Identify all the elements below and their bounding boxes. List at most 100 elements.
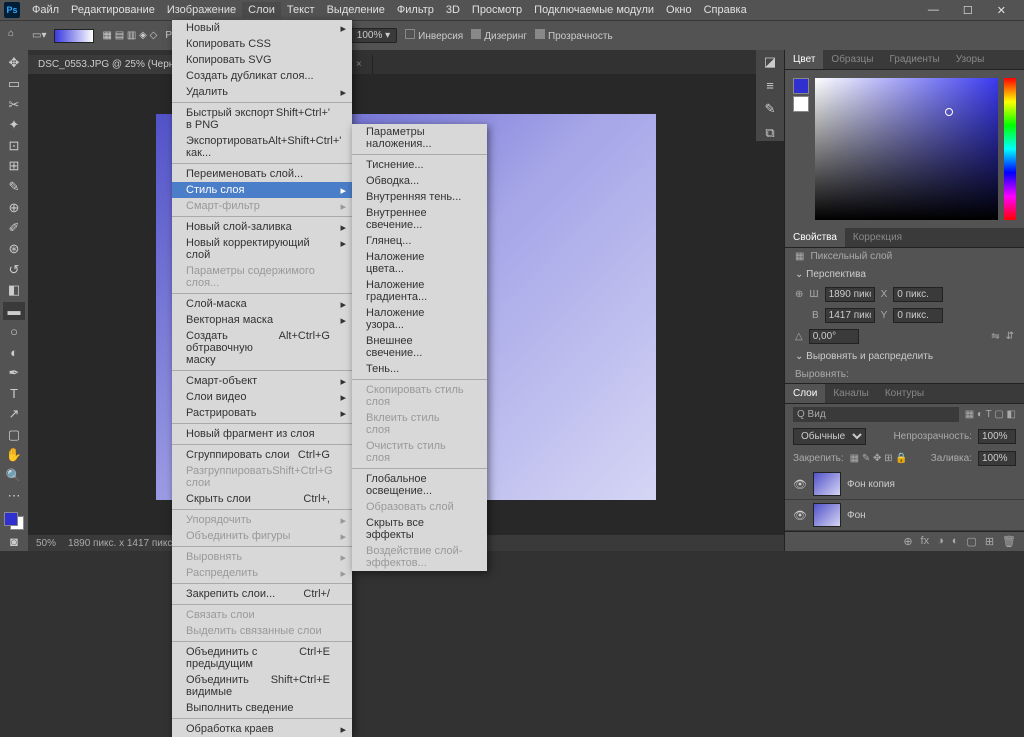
marquee-tool[interactable]: ▭ [3,75,25,94]
frame-tool[interactable]: ⊞ [3,157,25,176]
tab-paths[interactable]: Контуры [877,384,932,403]
visibility-icon[interactable]: 👁 [793,478,807,491]
adjustment-icon[interactable]: ◐ [952,535,959,548]
close-icon[interactable]: × [356,59,362,70]
tab-properties[interactable]: Свойства [785,228,845,247]
menu-item[interactable]: Выполнить сведение [172,700,352,716]
panel-icon[interactable]: ≡ [766,78,774,93]
menu-текст[interactable]: Текст [281,2,321,18]
menu-просмотр[interactable]: Просмотр [466,2,528,18]
menu-файл[interactable]: Файл [26,2,65,18]
menu-item[interactable]: Объединить с предыдущимCtrl+E [172,644,352,672]
tab-color[interactable]: Цвет [785,50,823,69]
background-swatch[interactable] [793,96,809,112]
layer-row[interactable]: 👁Фон копия [785,469,1024,500]
visibility-icon[interactable]: 👁 [793,509,807,522]
height-input[interactable] [825,308,875,323]
group-icon[interactable]: ▢ [966,535,976,548]
tab-gradients[interactable]: Градиенты [881,50,947,69]
menu-item[interactable]: Удалить▸ [172,84,352,100]
zoom-tool[interactable]: 🔍 [3,467,25,486]
heal-tool[interactable]: ⊕ [3,198,25,217]
menu-item[interactable]: Стиль слоя▸ [172,182,352,198]
hand-tool[interactable]: ✋ [3,446,25,465]
maximize-button[interactable]: ☐ [957,2,979,19]
wand-tool[interactable]: ✦ [3,116,25,135]
menu-item[interactable]: Тень... [352,361,487,377]
gradient-type-icons[interactable]: ▦ ▤ ▥ ◈ ◇ [102,30,157,41]
menu-item[interactable]: Новый▸ [172,20,352,36]
transparency-checkbox[interactable]: Прозрачность [535,29,613,42]
menu-редактирование[interactable]: Редактирование [65,2,161,18]
menu-item[interactable]: Наложение градиента... [352,277,487,305]
menu-item[interactable]: Копировать CSS [172,36,352,52]
eraser-tool[interactable]: ◧ [3,281,25,300]
fill-input[interactable] [978,451,1016,466]
menu-item[interactable]: Объединить видимыеShift+Ctrl+E [172,672,352,700]
menu-item[interactable]: Глобальное освещение... [352,471,487,499]
x-input[interactable] [893,287,943,302]
align-section[interactable]: ⌄ Выровнять и распределить [785,347,1024,366]
move-tool[interactable]: ✥ [3,54,25,73]
gradient-preview[interactable] [54,29,94,43]
menu-item[interactable]: Наложение цвета... [352,249,487,277]
fx-icon[interactable]: fx [921,535,930,548]
menu-item[interactable]: Сгруппировать слоиCtrl+G [172,447,352,463]
menu-item[interactable]: Тиснение... [352,157,487,173]
quickmask-toggle[interactable]: ◙ [3,532,25,551]
menu-item[interactable]: Слой-маска▸ [172,296,352,312]
menu-item[interactable]: Растрировать▸ [172,405,352,421]
menu-item[interactable]: Внешнее свечение... [352,333,487,361]
menu-item[interactable]: Новый слой-заливка▸ [172,219,352,235]
blend-mode-select[interactable]: Обычные [793,428,866,445]
dither-checkbox[interactable]: Дизеринг [471,29,527,42]
link-layers-icon[interactable]: ⊕ [903,535,912,548]
y-input[interactable] [893,308,943,323]
menu-3d[interactable]: 3D [440,2,466,18]
flip-h-icon[interactable]: ⇋ [991,331,999,342]
tool-preset[interactable]: ▭▾ [32,30,46,41]
panel-icon[interactable]: ✎ [765,101,776,117]
tab-layers[interactable]: Слои [785,384,825,403]
menu-item[interactable]: Векторная маска▸ [172,312,352,328]
menu-item[interactable]: Новый корректирующий слой▸ [172,235,352,263]
tab-patterns[interactable]: Узоры [948,50,993,69]
menu-item[interactable]: Глянец... [352,233,487,249]
gradient-tool[interactable]: ▬ [3,302,25,321]
color-swatches[interactable] [4,512,24,531]
close-button[interactable]: ✕ [991,2,1012,19]
menu-item[interactable]: Создать обтравочную маскуAlt+Ctrl+G [172,328,352,368]
menu-item[interactable]: Создать дубликат слоя... [172,68,352,84]
angle-input[interactable] [809,329,859,344]
menu-item[interactable]: Экспортировать как...Alt+Shift+Ctrl+' [172,133,352,161]
panel-icon[interactable]: ◪ [764,54,776,70]
new-layer-icon[interactable]: ⊞ [985,535,994,548]
color-picker[interactable] [815,78,998,220]
eyedropper-tool[interactable]: ✎ [3,178,25,197]
menu-подключаемые модули[interactable]: Подключаемые модули [528,2,660,18]
menu-item[interactable]: Обводка... [352,173,487,189]
more-tools[interactable]: ⋯ [3,487,25,506]
menu-item[interactable]: Скрыть слоиCtrl+, [172,491,352,507]
brush-tool[interactable]: ✐ [3,219,25,238]
blur-tool[interactable]: ○ [3,322,25,341]
zoom-level[interactable]: 50% [36,538,56,549]
menu-item[interactable]: Смарт-объект▸ [172,373,352,389]
flip-v-icon[interactable]: ⇵ [1006,331,1014,342]
delete-icon[interactable]: 🗑 [1002,535,1016,548]
width-input[interactable] [825,287,875,302]
path-tool[interactable]: ↗ [3,405,25,424]
layer-opacity-input[interactable] [978,429,1016,444]
menu-item[interactable]: Параметры наложения... [352,124,487,152]
link-icon[interactable]: ⊕ [795,289,803,300]
menu-выделение[interactable]: Выделение [321,2,391,18]
hue-slider[interactable] [1004,78,1016,220]
home-icon[interactable]: ⌂ [8,28,24,44]
menu-item[interactable]: Обработка краев▸ [172,721,352,737]
menu-item[interactable]: Скрыть все эффекты [352,515,487,543]
layer-filter[interactable]: Q Вид [793,407,959,422]
menu-item[interactable]: Копировать SVG [172,52,352,68]
menu-item[interactable]: Быстрый экспорт в PNGShift+Ctrl+' [172,105,352,133]
menu-фильтр[interactable]: Фильтр [391,2,440,18]
layer-row[interactable]: 👁Фон [785,500,1024,531]
